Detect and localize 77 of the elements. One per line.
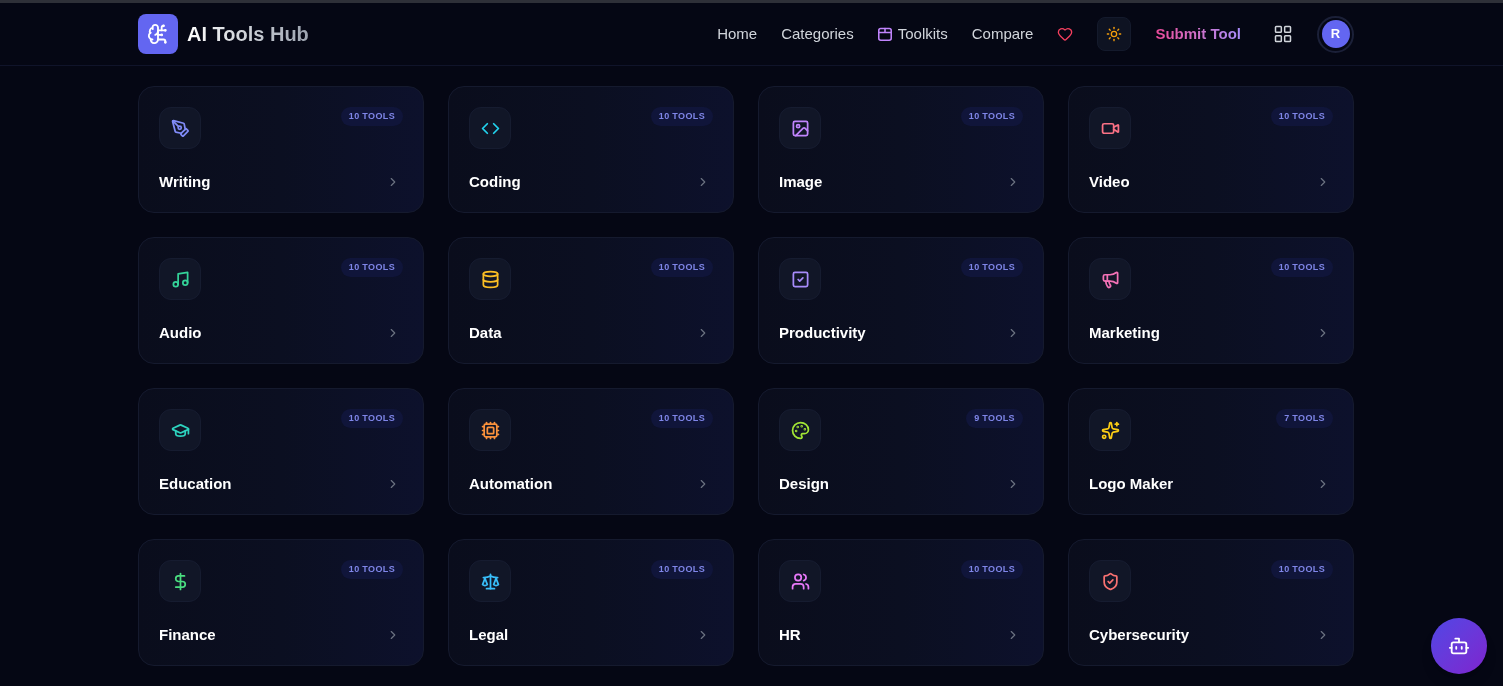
tool-count-badge: 10 TOOLS [960, 258, 1023, 277]
palette-icon [779, 409, 821, 451]
tool-count-badge: 10 TOOLS [1270, 107, 1333, 126]
category-card[interactable]: 7 TOOLS Logo Maker [1068, 388, 1354, 515]
category-card[interactable]: 10 TOOLS Image [758, 86, 1044, 213]
category-title: Automation [469, 474, 553, 494]
category-card[interactable]: 10 TOOLS Cybersecurity [1068, 539, 1354, 666]
nav-link[interactable]: Compare [971, 22, 1034, 46]
category-title: Audio [159, 323, 202, 343]
category-title: Design [779, 474, 829, 494]
code-icon [469, 107, 511, 149]
category-title: Data [469, 323, 502, 343]
category-card[interactable]: 10 TOOLS HR [758, 539, 1044, 666]
category-title: Logo Maker [1089, 474, 1174, 494]
music-note-icon [159, 258, 201, 300]
category-title: Image [779, 172, 823, 192]
database-icon [469, 258, 511, 300]
tool-count-badge: 10 TOOLS [960, 107, 1023, 126]
category-card[interactable]: 10 TOOLS Finance [138, 539, 424, 666]
category-card[interactable]: 10 TOOLS Legal [448, 539, 734, 666]
scales-icon [469, 560, 511, 602]
chip-icon [469, 409, 511, 451]
category-title: HR [779, 625, 801, 645]
category-title: Coding [469, 172, 521, 192]
nav-link[interactable]: Toolkits [877, 22, 948, 46]
category-title: Productivity [779, 323, 866, 343]
tool-count-badge: 10 TOOLS [1270, 258, 1333, 277]
category-card[interactable]: 10 TOOLS Writing [138, 86, 424, 213]
category-title: Education [159, 474, 232, 494]
tool-count-badge: 10 TOOLS [960, 560, 1023, 579]
heart-icon[interactable] [1057, 26, 1074, 42]
nav-link[interactable]: Categories [781, 22, 854, 46]
tool-count-badge: 10 TOOLS [340, 107, 403, 126]
tool-count-badge: 9 TOOLS [966, 409, 1023, 428]
tool-count-badge: 10 TOOLS [340, 560, 403, 579]
category-card[interactable]: 10 TOOLS Automation [448, 388, 734, 515]
category-card[interactable]: 10 TOOLS Marketing [1068, 237, 1354, 364]
category-title: Writing [159, 172, 211, 192]
box-icon [877, 27, 892, 41]
sun-icon [1106, 26, 1123, 42]
tool-count-badge: 10 TOOLS [340, 258, 403, 277]
checkbox-icon [779, 258, 821, 300]
category-card[interactable]: 10 TOOLS Education [138, 388, 424, 515]
chat-bot-button[interactable] [1431, 618, 1487, 674]
category-title: Legal [469, 625, 509, 645]
category-title: Marketing [1089, 323, 1160, 343]
theme-toggle-button[interactable] [1097, 17, 1132, 51]
category-title: Video [1089, 172, 1130, 192]
dollar-icon [159, 560, 201, 602]
category-card[interactable]: 9 TOOLS Design [758, 388, 1044, 515]
avatar-button[interactable]: R [1317, 15, 1354, 53]
people-icon [779, 560, 821, 602]
tool-count-badge: 10 TOOLS [650, 409, 713, 428]
tool-count-badge: 10 TOOLS [650, 107, 713, 126]
category-card[interactable]: 10 TOOLS Productivity [758, 237, 1044, 364]
tool-count-badge: 10 TOOLS [1270, 560, 1333, 579]
tool-count-badge: 10 TOOLS [650, 560, 713, 579]
graduation-cap-icon [159, 409, 201, 451]
category-title: Finance [159, 625, 216, 645]
grid-icon[interactable] [1273, 24, 1293, 44]
category-card[interactable]: 10 TOOLS Coding [448, 86, 734, 213]
category-card[interactable]: 10 TOOLS Video [1068, 86, 1354, 213]
nav-link[interactable]: Home [717, 22, 758, 46]
pen-nib-icon [159, 107, 201, 149]
image-icon [779, 107, 821, 149]
tool-count-badge: 10 TOOLS [650, 258, 713, 277]
shield-check-icon [1089, 560, 1131, 602]
category-title: Cybersecurity [1089, 625, 1190, 645]
megaphone-icon [1089, 258, 1131, 300]
logo-icon[interactable] [138, 14, 178, 54]
tool-count-badge: 7 TOOLS [1276, 409, 1333, 428]
robot-icon [1448, 635, 1470, 657]
video-camera-icon [1089, 107, 1131, 149]
category-card[interactable]: 10 TOOLS Data [448, 237, 734, 364]
tool-count-badge: 10 TOOLS [340, 409, 403, 428]
sparkles-icon [1089, 409, 1131, 451]
category-card[interactable]: 10 TOOLS Audio [138, 237, 424, 364]
